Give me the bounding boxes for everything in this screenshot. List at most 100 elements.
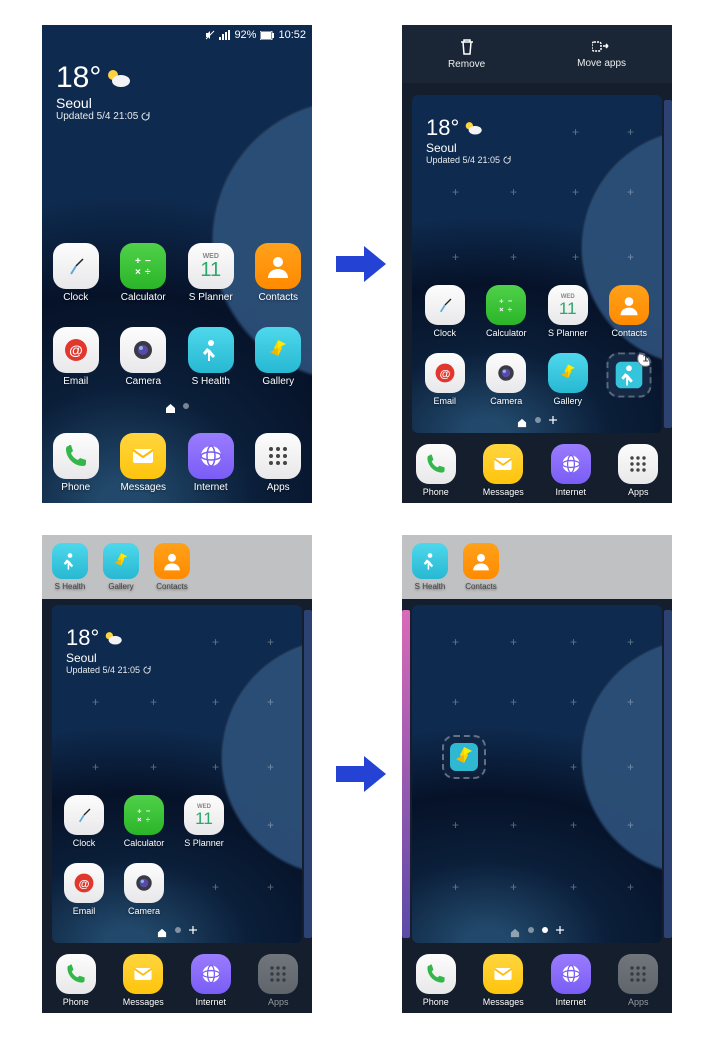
messages-icon [129, 442, 157, 470]
tray-shealth[interactable]: S Health [406, 543, 454, 591]
camera-icon [129, 336, 157, 364]
app-camera[interactable]: Camera [114, 863, 174, 916]
svg-text:+: + [137, 806, 142, 815]
mute-icon [205, 30, 215, 40]
dock: Phone Messages Internet Apps [42, 433, 312, 493]
dock-messages[interactable]: Messages [476, 954, 530, 1007]
dock: Phone Messages Internet Apps [42, 954, 312, 1007]
shealth-icon [616, 362, 643, 389]
svg-text:@: @ [79, 878, 90, 890]
move-apps-button[interactable]: Move apps [577, 39, 626, 69]
weather-widget[interactable]: 18° Seoul Updated 5/4 21:05 [66, 625, 151, 675]
app-gallery[interactable]: Gallery [248, 327, 308, 387]
app-camera[interactable]: Camera [113, 327, 173, 387]
app-calculator[interactable]: +−×÷Calculator [113, 243, 173, 303]
add-page-icon[interactable] [189, 926, 197, 934]
home-row-2: @Email Camera [42, 863, 312, 916]
app-shealth-dragging[interactable]: 1 [602, 353, 656, 406]
app-camera[interactable]: Camera [479, 353, 533, 406]
app-clock[interactable]: Clock [46, 243, 106, 303]
add-page-icon[interactable] [549, 416, 557, 424]
page-indicator[interactable] [402, 415, 672, 425]
home-row-1: Clock +−×÷Calculator WED11S Planner [42, 795, 312, 848]
internet-icon [197, 442, 225, 470]
refresh-icon [141, 112, 150, 121]
tray-gallery[interactable]: Gallery [97, 543, 145, 591]
phone-icon [62, 442, 90, 470]
weather-widget[interactable]: 18° Seoul Updated 5/4 21:05 [426, 115, 511, 165]
app-calculator[interactable]: +−×÷Calculator [114, 795, 174, 848]
app-contacts[interactable]: Contacts [602, 285, 656, 338]
dock-apps[interactable]: Apps [248, 433, 308, 493]
svg-text:−: − [508, 296, 513, 305]
dock-apps[interactable]: Apps [611, 444, 665, 497]
svg-text:÷: ÷ [508, 305, 513, 314]
app-splanner[interactable]: WED11S Planner [541, 285, 595, 338]
dock-messages[interactable]: Messages [113, 433, 173, 493]
svg-text:−: − [146, 806, 151, 815]
tray-shealth[interactable]: S Health [46, 543, 94, 591]
weather-updated: Updated 5/4 21:05 [56, 111, 138, 122]
app-email[interactable]: @Email [54, 863, 114, 916]
dock-apps-dim: Apps [611, 954, 665, 1007]
weather-city: Seoul [56, 95, 150, 111]
trash-icon [458, 38, 476, 56]
contact-icon [264, 252, 292, 280]
dock-internet[interactable]: Internet [544, 444, 598, 497]
page-indicator[interactable] [42, 925, 312, 935]
dock-messages[interactable]: Messages [116, 954, 170, 1007]
tray-contacts[interactable]: Contacts [148, 543, 196, 591]
arrow-icon [336, 244, 386, 284]
shealth-icon [197, 336, 225, 364]
battery-icon [260, 31, 274, 40]
dock: Phone Messages Internet Apps [402, 954, 672, 1007]
page-indicator[interactable] [42, 401, 312, 411]
dock-phone[interactable]: Phone [46, 433, 106, 493]
dock-phone[interactable]: Phone [49, 954, 103, 1007]
app-email[interactable]: @Email [418, 353, 472, 406]
status-bar: 92% 10:52 [42, 25, 312, 45]
app-calculator[interactable]: +−×÷Calculator [479, 285, 533, 338]
home-row-1: Clock +−×÷Calculator WED11S Planner Cont… [42, 243, 312, 303]
selection-tray: S Health Contacts [402, 535, 672, 599]
app-gallery[interactable]: Gallery [541, 353, 595, 406]
remove-button[interactable]: Remove [448, 38, 485, 70]
svg-text:−: − [145, 256, 151, 267]
next-page-preview[interactable] [664, 610, 672, 938]
app-splanner[interactable]: WED11S Planner [174, 795, 234, 848]
app-clock[interactable]: Clock [54, 795, 114, 848]
dock-internet[interactable]: Internet [544, 954, 598, 1007]
dropped-gallery[interactable] [442, 735, 486, 779]
svg-text:+: + [499, 296, 504, 305]
add-page-icon[interactable] [556, 926, 564, 934]
dock-phone[interactable]: Phone [409, 444, 463, 497]
dock-phone[interactable]: Phone [409, 954, 463, 1007]
arrow-icon [336, 754, 386, 794]
dock-messages[interactable]: Messages [476, 444, 530, 497]
dock-apps-dim: Apps [251, 954, 305, 1007]
screen-multiselect: S Health Gallery Contacts 18° Seoul Upda… [42, 535, 312, 1013]
app-clock[interactable]: Clock [418, 285, 472, 338]
tray-contacts[interactable]: Contacts [457, 543, 505, 591]
email-icon: @ [62, 336, 90, 364]
home-row-2: @Email Camera Gallery 1 [402, 353, 672, 406]
app-contacts[interactable]: Contacts [248, 243, 308, 303]
weather-widget[interactable]: 18° Seoul Updated 5/4 21:05 [56, 61, 150, 122]
dock-internet[interactable]: Internet [181, 433, 241, 493]
app-email[interactable]: @Email [46, 327, 106, 387]
dock-internet[interactable]: Internet [184, 954, 238, 1007]
dock: Phone Messages Internet Apps [402, 444, 672, 497]
battery-pct: 92% [234, 29, 256, 41]
page-dot [183, 403, 189, 409]
app-shealth[interactable]: S Health [181, 327, 241, 387]
weather-icon [105, 67, 131, 89]
app-splanner[interactable]: WED11S Planner [181, 243, 241, 303]
svg-text:×: × [137, 815, 142, 824]
svg-text:÷: ÷ [145, 267, 151, 278]
splanner-day: 11 [200, 260, 221, 280]
svg-text:×: × [135, 267, 141, 278]
prev-page-preview[interactable] [402, 610, 410, 938]
svg-text:+: + [135, 256, 141, 267]
home-row-2: @Email Camera S Health Gallery [42, 327, 312, 387]
page-indicator[interactable] [402, 925, 672, 935]
